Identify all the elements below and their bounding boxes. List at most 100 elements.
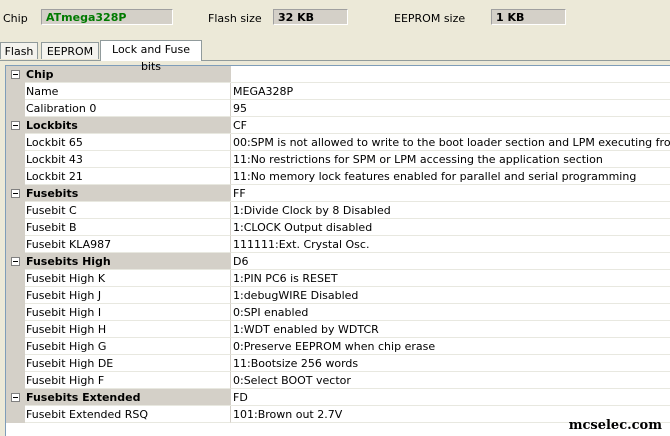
collapse-icon[interactable] xyxy=(11,393,20,402)
property-name: Fusebit High G xyxy=(25,338,231,355)
property-name: Fusebit High I xyxy=(25,304,231,321)
row-gutter xyxy=(6,83,25,100)
property-row[interactable]: Fusebit High K 1:PIN PC6 is RESET xyxy=(6,270,670,287)
collapse-icon[interactable] xyxy=(11,257,20,266)
row-gutter xyxy=(6,168,25,185)
property-name: Fusebit High H xyxy=(25,321,231,338)
row-gutter xyxy=(6,355,25,372)
property-row[interactable]: Fusebit High G 0:Preserve EEPROM when chi… xyxy=(6,338,670,355)
row-gutter xyxy=(6,236,25,253)
property-name: Fusebit Extended RSQ xyxy=(25,406,231,423)
tab-strip: Flash EEPROM Lock and Fuse bits xyxy=(0,40,670,73)
row-gutter xyxy=(6,151,25,168)
property-row[interactable]: Fusebit High I 0:SPI enabled xyxy=(6,304,670,321)
category-name: Lockbits xyxy=(25,117,231,134)
row-gutter xyxy=(6,389,25,406)
property-name: Fusebit High J xyxy=(25,287,231,304)
property-name: Name xyxy=(25,83,231,100)
row-gutter xyxy=(6,134,25,151)
property-value[interactable]: 1:CLOCK Output disabled xyxy=(231,219,670,236)
property-name: Lockbit 21 xyxy=(25,168,231,185)
row-gutter xyxy=(6,372,25,389)
row-gutter xyxy=(6,219,25,236)
property-value[interactable]: MEGA328P xyxy=(231,83,670,100)
row-gutter xyxy=(6,66,25,83)
property-row[interactable]: Lockbit 43 11:No restrictions for SPM or … xyxy=(6,151,670,168)
category-value[interactable]: D6 xyxy=(231,253,670,270)
category-name: Fusebits xyxy=(25,185,231,202)
flash-size-field: 32 KB xyxy=(273,9,348,25)
category-value[interactable]: FF xyxy=(231,185,670,202)
property-name: Fusebit High K xyxy=(25,270,231,287)
property-name: Fusebit B xyxy=(25,219,231,236)
row-gutter xyxy=(6,287,25,304)
property-name: Fusebit High F xyxy=(25,372,231,389)
property-row[interactable]: Fusebit B 1:CLOCK Output disabled xyxy=(6,219,670,236)
category-value[interactable] xyxy=(231,66,670,83)
property-name: Lockbit 43 xyxy=(25,151,231,168)
property-value[interactable]: 1:debugWIRE Disabled xyxy=(231,287,670,304)
property-value[interactable]: 111111:Ext. Crystal Osc. xyxy=(231,236,670,253)
property-value[interactable]: 1:PIN PC6 is RESET xyxy=(231,270,670,287)
property-row[interactable]: Fusebit KLA987 111111:Ext. Crystal Osc. xyxy=(6,236,670,253)
collapse-icon[interactable] xyxy=(11,70,20,79)
category-value[interactable]: CF xyxy=(231,117,670,134)
chip-info-bar: Chip ATmega328P Flash size 32 KB EEPROM … xyxy=(0,0,670,36)
tab-flash[interactable]: Flash xyxy=(0,42,38,59)
property-name: Lockbit 65 xyxy=(25,134,231,151)
property-value[interactable]: 0:Preserve EEPROM when chip erase xyxy=(231,338,670,355)
row-gutter xyxy=(6,100,25,117)
tab-lock-and-fuse-bits[interactable]: Lock and Fuse bits xyxy=(100,40,202,73)
property-row[interactable]: Fusebit C 1:Divide Clock by 8 Disabled xyxy=(6,202,670,219)
row-gutter xyxy=(6,321,25,338)
row-gutter xyxy=(6,185,25,202)
tab-eeprom[interactable]: EEPROM xyxy=(41,42,99,59)
category-row[interactable]: Chip xyxy=(6,66,670,83)
property-name: Calibration 0 xyxy=(25,100,231,117)
property-row[interactable]: Fusebit High J 1:debugWIRE Disabled xyxy=(6,287,670,304)
chip-value-field: ATmega328P xyxy=(41,9,173,25)
property-name: Fusebit C xyxy=(25,202,231,219)
collapse-icon[interactable] xyxy=(11,189,20,198)
flash-size-label: Flash size xyxy=(208,12,262,25)
property-value[interactable]: 11:No memory lock features enabled for p… xyxy=(231,168,670,185)
property-row[interactable]: Fusebit High H 1:WDT enabled by WDTCR xyxy=(6,321,670,338)
property-row[interactable]: Fusebit High DE 11:Bootsize 256 words xyxy=(6,355,670,372)
property-value[interactable]: 0:SPI enabled xyxy=(231,304,670,321)
category-name: Fusebits High xyxy=(25,253,231,270)
property-value[interactable]: 11:No restrictions for SPM or LPM access… xyxy=(231,151,670,168)
watermark: mcselec.com xyxy=(568,418,662,433)
row-gutter xyxy=(6,304,25,321)
property-value[interactable]: 95 xyxy=(231,100,670,117)
row-gutter xyxy=(6,406,25,423)
category-row[interactable]: Fusebits FF xyxy=(6,185,670,202)
collapse-icon[interactable] xyxy=(11,121,20,130)
category-row[interactable]: Lockbits CF xyxy=(6,117,670,134)
row-gutter xyxy=(6,202,25,219)
property-row[interactable]: Lockbit 21 11:No memory lock features ena… xyxy=(6,168,670,185)
property-row[interactable]: Fusebit High F 0:Select BOOT vector xyxy=(6,372,670,389)
category-name: Fusebits Extended xyxy=(25,389,231,406)
property-value[interactable]: 0:Select BOOT vector xyxy=(231,372,670,389)
property-value[interactable]: 1:WDT enabled by WDTCR xyxy=(231,321,670,338)
row-gutter xyxy=(6,338,25,355)
category-value[interactable]: FD xyxy=(231,389,670,406)
category-row[interactable]: Fusebits High D6 xyxy=(6,253,670,270)
property-row[interactable]: Calibration 0 95 xyxy=(6,100,670,117)
property-grid[interactable]: Chip Name MEGA328P Calibration 0 95 Lockbits C… xyxy=(5,65,670,436)
property-value[interactable]: 1:Divide Clock by 8 Disabled xyxy=(231,202,670,219)
row-gutter xyxy=(6,270,25,287)
property-row[interactable]: Name MEGA328P xyxy=(6,83,670,100)
property-name: Fusebit KLA987 xyxy=(25,236,231,253)
category-row[interactable]: Fusebits Extended FD xyxy=(6,389,670,406)
row-gutter xyxy=(6,117,25,134)
property-value[interactable]: 11:Bootsize 256 words xyxy=(231,355,670,372)
property-row[interactable]: Lockbit 65 00:SPM is not allowed to write… xyxy=(6,134,670,151)
eeprom-size-field: 1 KB xyxy=(491,9,566,25)
category-name: Chip xyxy=(25,66,231,83)
eeprom-size-label: EEPROM size xyxy=(394,12,466,25)
property-value[interactable]: 00:SPM is not allowed to write to the bo… xyxy=(231,134,670,151)
property-name: Fusebit High DE xyxy=(25,355,231,372)
chip-label: Chip xyxy=(3,12,28,25)
row-gutter xyxy=(6,253,25,270)
